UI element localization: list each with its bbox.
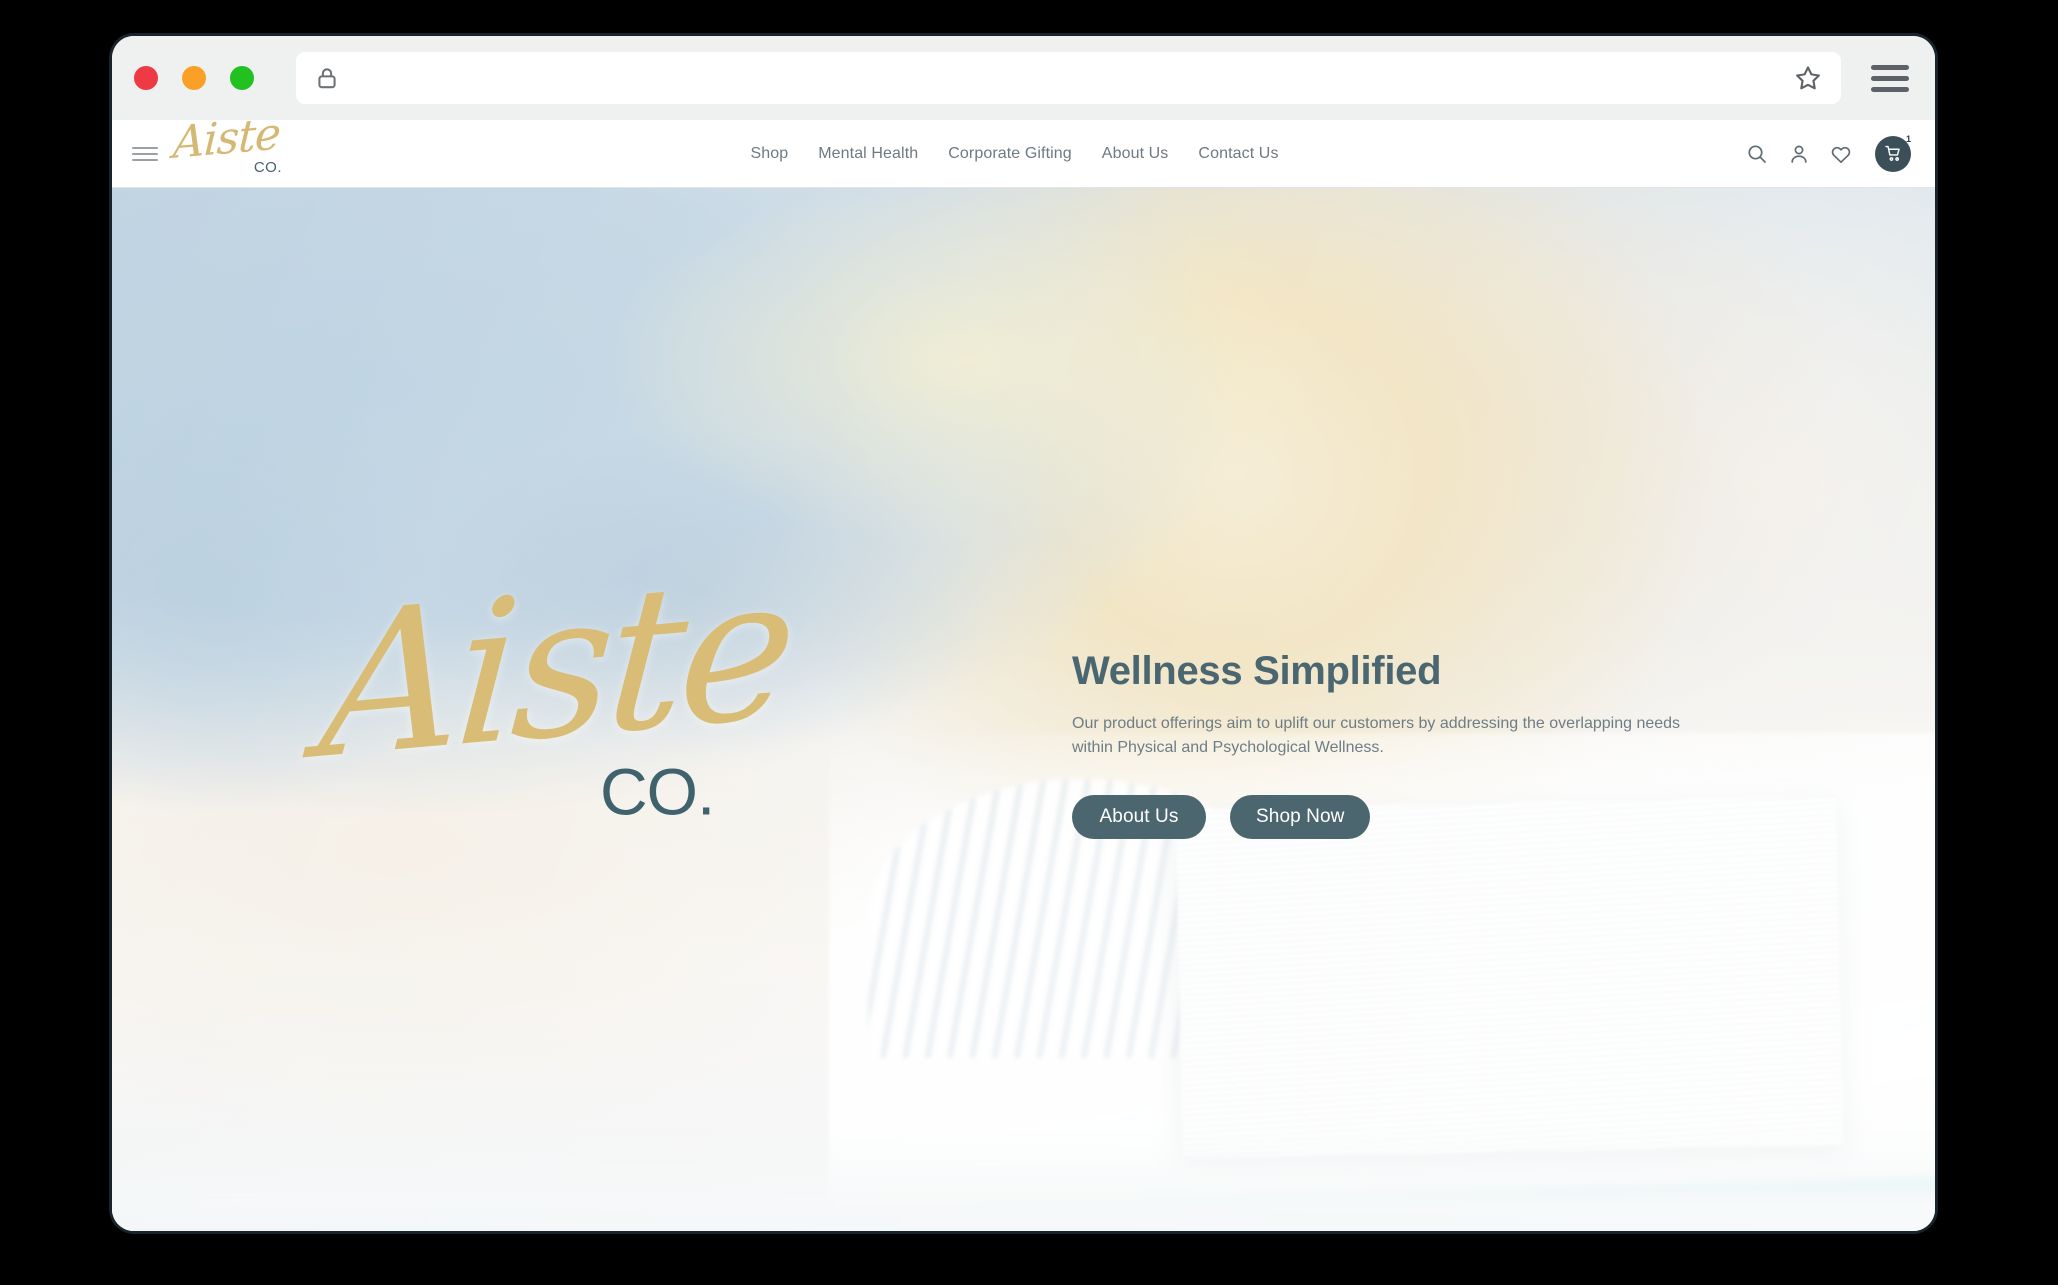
shopping-cart-icon <box>1884 145 1900 161</box>
shop-now-button[interactable]: Shop Now <box>1230 795 1371 840</box>
cart-button[interactable]: 1 <box>1875 134 1911 172</box>
nav-item-mental-health[interactable]: Mental Health <box>818 145 918 163</box>
window-traffic-lights <box>134 66 254 90</box>
browser-window: Aiste CO. Shop Mental Health Corporate G… <box>112 36 1935 1231</box>
window-minimize-button[interactable] <box>182 66 206 90</box>
window-close-button[interactable] <box>134 66 158 90</box>
hero-cta-group: About Us Shop Now <box>1072 795 1712 840</box>
site-menu-toggle[interactable] <box>132 143 158 165</box>
header-actions: 1 <box>1745 134 1911 172</box>
cart-count-badge: 1 <box>1905 133 1911 144</box>
user-account-icon[interactable] <box>1787 142 1811 166</box>
lock-icon <box>318 68 336 89</box>
browser-toolbar <box>112 36 1935 120</box>
search-icon[interactable] <box>1745 142 1769 166</box>
hero-brand-logo: Aiste CO. <box>314 532 798 850</box>
browser-menu-button[interactable] <box>1855 59 1925 98</box>
hamburger-menu-icon <box>1871 59 1909 98</box>
nav-item-shop[interactable]: Shop <box>750 145 788 163</box>
nav-item-about-us[interactable]: About Us <box>1102 145 1169 163</box>
hero-headline: Wellness Simplified <box>1072 648 1442 693</box>
page-viewport: Aiste CO. Shop Mental Health Corporate G… <box>112 120 1935 1231</box>
hero-content: Aiste CO. Wellness Simplified Our produc… <box>112 188 1935 1231</box>
hero-section: Aiste CO. Wellness Simplified Our produc… <box>112 188 1935 1231</box>
nav-item-corporate-gifting[interactable]: Corporate Gifting <box>948 145 1072 163</box>
hero-text-block: Wellness Simplified Our product offering… <box>1072 649 1712 840</box>
hero-logo-script: Aiste <box>313 531 798 804</box>
heart-wishlist-icon[interactable] <box>1829 142 1853 166</box>
url-bar[interactable] <box>296 52 1841 104</box>
bookmark-star-icon[interactable] <box>1793 63 1823 93</box>
nav-item-contact-us[interactable]: Contact Us <box>1198 145 1278 163</box>
about-us-button[interactable]: About Us <box>1072 795 1206 840</box>
site-logo-suffix: CO. <box>253 158 282 176</box>
hero-subheadline: Our product offerings aim to uplift our … <box>1072 714 1681 757</box>
site-header: Aiste CO. Shop Mental Health Corporate G… <box>112 120 1935 188</box>
window-maximize-button[interactable] <box>230 66 254 90</box>
site-logo[interactable]: Aiste CO. <box>172 120 284 182</box>
main-navigation: Shop Mental Health Corporate Gifting Abo… <box>284 145 1745 163</box>
hero-logo-suffix: CO. <box>600 753 715 828</box>
desktop-backdrop: Aiste CO. Shop Mental Health Corporate G… <box>0 0 2058 1285</box>
